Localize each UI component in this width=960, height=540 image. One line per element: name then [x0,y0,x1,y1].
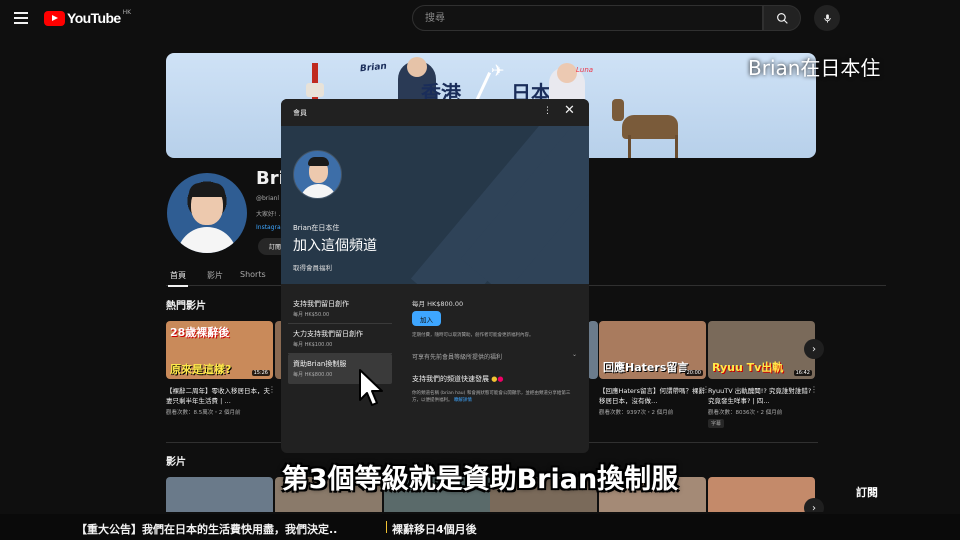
perks-text: 取得會員福利 [293,264,332,272]
support-description: 你的頻道名稱 (brian hau) 和會員狀態可能會公開顯示，並經由頻道分享給… [412,390,577,404]
more-options-icon[interactable]: ⋮ [543,106,552,116]
support-title-text: 支持我們的頻道快速發展 [412,375,489,383]
join-button[interactable]: 加入 [412,311,441,326]
mouse-cursor-icon [359,369,383,406]
video-caption: 第3個等級就是資助Brian換制服 [281,464,679,495]
video-thumbnail[interactable]: 28歲裸辭後 原來是這樣? 15:26 [166,321,273,379]
title-separator [386,521,387,533]
learn-more-link[interactable]: 瞭解詳情 [454,398,472,403]
search-input[interactable] [413,6,762,31]
video-title-part-2: 裸辭移日4個月後 [392,523,477,536]
thumbnail-text: 原來是這樣? [170,363,232,376]
tier-price: 每月 HK$100.00 [293,342,333,348]
chevron-down-icon: ⌄ [571,351,577,358]
thumbnail-text: 回應Haters留言 [603,361,689,374]
video-thumbnail[interactable]: Ryuu Tv出軌 16:42 [708,321,815,379]
airplane-icon: ✈ [491,61,505,80]
membership-dialog: 會員 ⋮ ✕ Brian在日本住 加入這個頻道 取得會員福利 支持我們留日創作 … [281,99,589,453]
tier-detail: 每月 HK$800.00 加入 定期付費，隨時可以取消贊助，創作者可能會更新福利… [412,298,577,403]
tier-item[interactable]: 支持我們留日創作 每月 HK$50.00 [288,294,392,324]
tab-videos[interactable]: 影片 [207,270,223,281]
search-button[interactable] [763,5,801,31]
video-thumbnail[interactable] [588,321,598,379]
channel-watermark: Brian在日本住 [748,56,881,80]
deer-art [612,99,678,158]
video-title[interactable]: 【回應Haters留言】何謂帶嗎？裸辭移居日本，沒有做… [599,386,707,406]
carousel-next-button[interactable]: › [804,339,824,359]
search-box[interactable] [412,5,763,31]
voice-search-button[interactable] [814,5,840,31]
channel-handle: @brianl [256,195,280,202]
dialog-hero: Brian在日本住 加入這個頻道 取得會員福利 [281,126,589,284]
support-desc-text: 你的頻道名稱 (brian hau) 和會員狀態可能會公開顯示，並經由頻道分享給… [412,391,571,403]
channel-avatar [293,150,342,199]
search-icon [776,12,788,24]
video-duration: 15:26 [251,370,270,376]
video-meta: 觀看次數：9397次・2 個月前 [599,410,674,416]
top-bar: YouTube HK [0,0,960,36]
support-title: 支持我們的頻道快速發展 ●● [412,374,577,384]
tier-name: 大力支持我們留日創作 [293,330,363,338]
thumbnail-text: Ryuu Tv出軌 [712,361,784,374]
dialog-channel-name: Brian在日本住 [293,224,340,232]
video-thumbnail[interactable]: 回應Haters留言 20:00 [599,321,706,379]
video-title-bar: 【重大公告】我們在日本的生活費快用盡，我們決定.. 裸辭移日4個月後 [0,514,960,540]
video-title[interactable]: RyuuTV 出軌醜聞!? 究竟誰對誰錯? 究竟發生咩事? | 四… [708,386,816,406]
channel-link[interactable]: Instagra [256,224,281,231]
banner-luna-tag: Luna [576,66,594,74]
thumbnail-text: 28歲裸辭後 [170,326,230,339]
microphone-icon [823,13,831,23]
menu-icon[interactable] [14,12,28,24]
popular-section-title: 熱門影片 [166,301,206,312]
carousel-next-button[interactable]: › [804,498,824,512]
more-options-icon[interactable]: ⋮ [268,385,276,394]
region-code: HK [122,8,132,16]
youtube-play-icon [44,10,65,26]
close-icon[interactable]: ✕ [564,103,575,118]
video-title[interactable]: 【裸辭二周年】零收入移居日本，夫妻只剩半年生活費 | … [166,386,274,406]
video-meta: 觀看次數：8.5萬次・2 個月前 [166,410,241,416]
detail-price: 每月 HK$800.00 [412,300,464,308]
tier-price: 每月 HK$50.00 [293,312,330,318]
dialog-header: 會員 ⋮ ✕ [281,99,589,126]
channel-avatar[interactable] [167,173,247,253]
video-title-part-1: 【重大公告】我們在日本的生活費快用盡，我們決定.. [76,523,338,536]
banner-brian-tag: Brian [359,61,388,75]
video-meta: 觀看次數：8036次・2 個月前 [708,410,783,416]
video-duration: 20:00 [684,370,703,376]
tier-item[interactable]: 大力支持我們留日創作 每月 HK$100.00 [288,324,392,354]
tab-shorts[interactable]: Shorts [240,270,266,279]
join-channel-title: 加入這個頻道 [293,238,377,254]
tier-name: 支持我們留日創作 [293,300,349,308]
subscribe-overlay[interactable]: 訂閱 [856,484,878,500]
more-options-icon[interactable]: ⋮ [810,385,818,394]
tab-home[interactable]: 首頁 [168,270,188,287]
youtube-logo[interactable]: YouTube HK [44,8,132,26]
video-duration: 16:42 [793,370,812,376]
benefits-text: 可享有先前會員等級所提供的福利 [412,354,503,361]
subtitle-badge: 字幕 [708,419,725,428]
billing-note: 定期付費，隨時可以取消贊助，創作者可能會更新福利內容。 [412,333,534,338]
logo-text: YouTube [67,10,121,26]
dialog-title: 會員 [293,109,307,117]
badge-emoji-icon: ● [497,375,504,383]
benefits-expander[interactable]: 可享有先前會員等級所提供的福利 ⌄ [412,351,577,361]
